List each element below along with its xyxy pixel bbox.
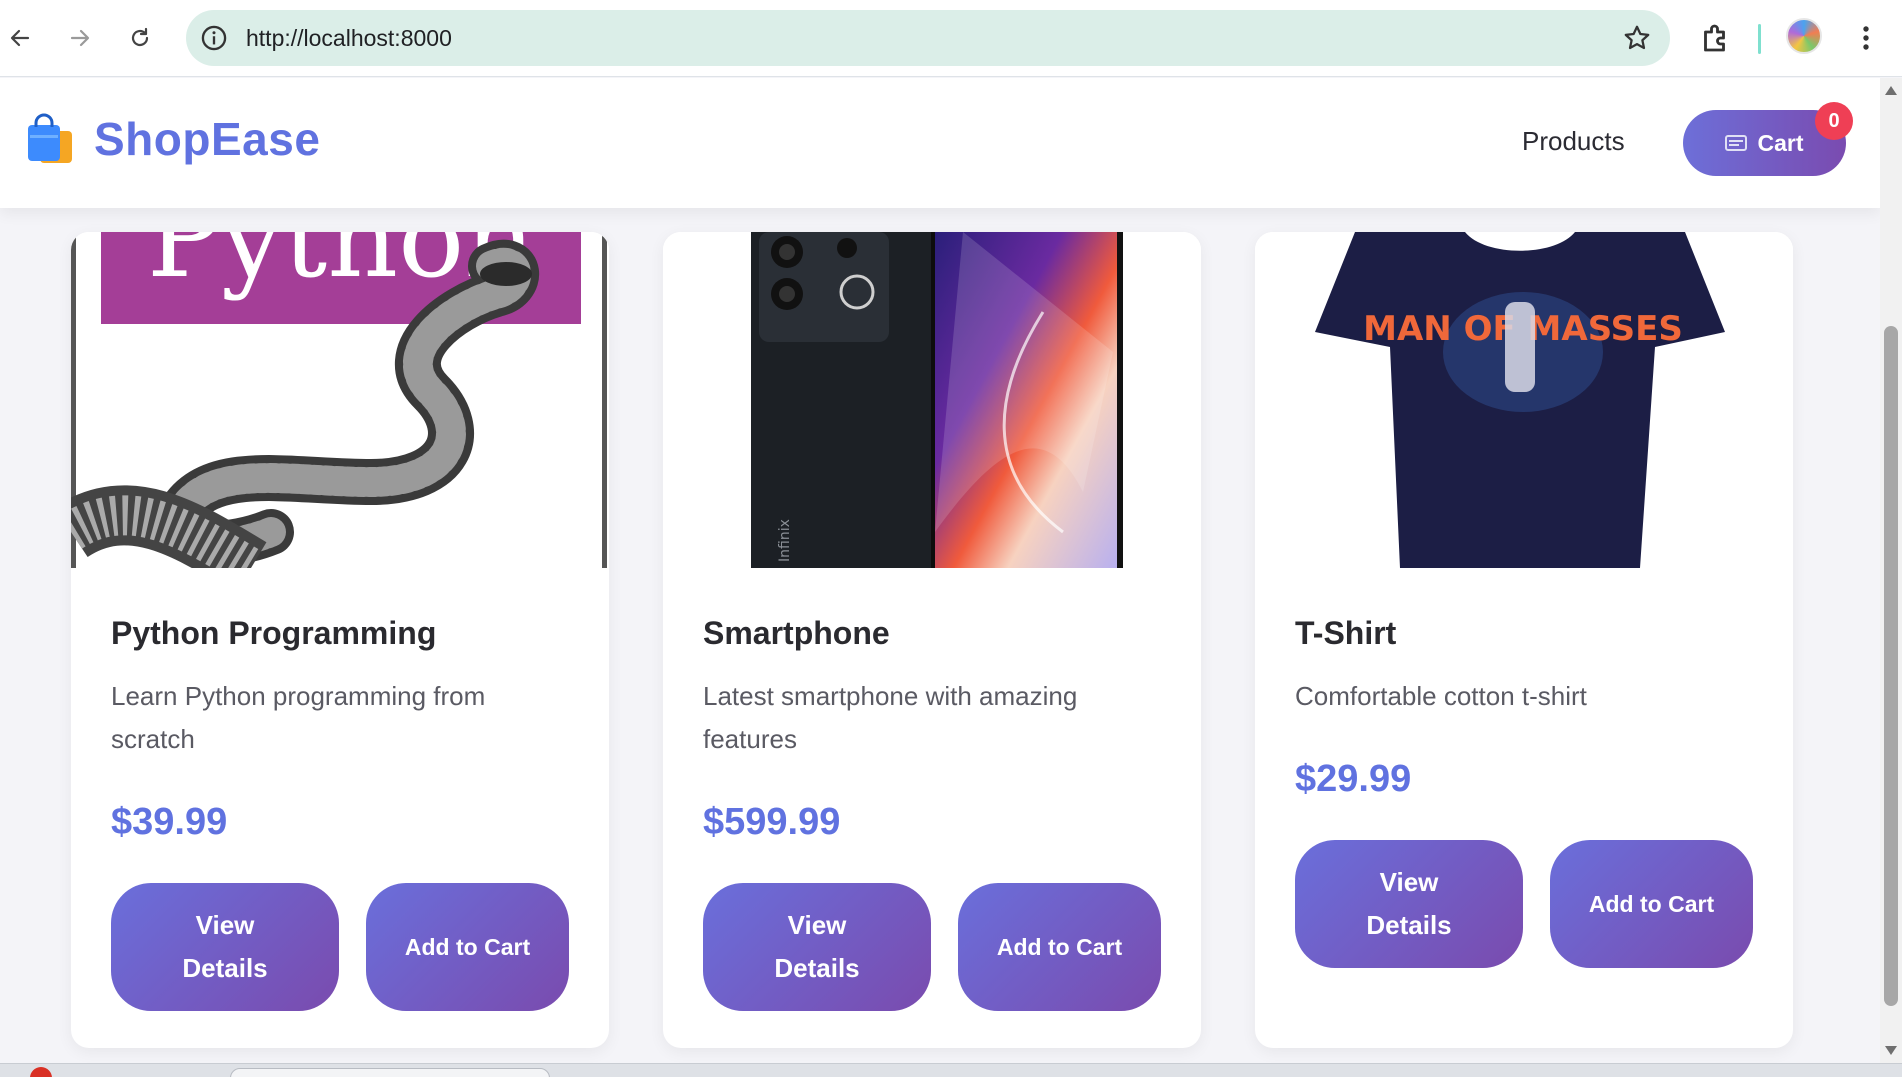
scroll-up-arrow[interactable] bbox=[1885, 86, 1897, 95]
view-details-button[interactable]: View Details bbox=[111, 883, 339, 1011]
product-description: Latest smartphone with amazing features bbox=[703, 681, 1078, 754]
cart-icon bbox=[1725, 135, 1748, 151]
view-details-button[interactable]: View Details bbox=[1295, 840, 1523, 968]
bottom-strip bbox=[0, 1063, 1902, 1077]
product-price: $39.99 bbox=[111, 801, 228, 843]
notification-icon bbox=[30, 1067, 52, 1077]
brand[interactable]: ShopEase bbox=[24, 112, 320, 166]
product-description: Learn Python programming from scratch bbox=[111, 681, 486, 754]
cart-label: Cart bbox=[1757, 129, 1804, 156]
page-viewport: ShopEase Products Cart 0 Python Python P… bbox=[0, 78, 1880, 1063]
download-tab[interactable] bbox=[230, 1068, 550, 1077]
smartphone-image: Infinix bbox=[663, 232, 1201, 568]
product-image[interactable]: Infinix bbox=[663, 232, 1201, 568]
address-bar[interactable]: http://localhost:8000 bbox=[186, 10, 1670, 66]
arrow-right-icon bbox=[70, 29, 90, 47]
add-to-cart-button[interactable]: Add to Cart bbox=[958, 883, 1161, 1011]
info-icon[interactable] bbox=[200, 24, 228, 52]
product-card: Python Python Programming Learn Python p… bbox=[71, 232, 609, 1048]
puzzle-icon[interactable] bbox=[1698, 20, 1734, 56]
product-image[interactable]: MAN OF MASSES bbox=[1255, 232, 1793, 568]
scroll-thumb[interactable] bbox=[1884, 326, 1898, 1006]
profile-avatar[interactable] bbox=[1786, 18, 1822, 54]
add-to-cart-button[interactable]: Add to Cart bbox=[1550, 840, 1753, 968]
product-image[interactable]: Python bbox=[71, 232, 609, 568]
product-name: Smartphone bbox=[703, 615, 890, 651]
nav-products-link[interactable]: Products bbox=[1522, 126, 1625, 157]
page-scrollbar[interactable] bbox=[1880, 78, 1902, 1063]
kebab-menu-icon[interactable] bbox=[1852, 20, 1880, 56]
url-text[interactable]: http://localhost:8000 bbox=[246, 25, 452, 52]
reload-icon bbox=[131, 27, 149, 47]
add-to-cart-button[interactable]: Add to Cart bbox=[366, 883, 569, 1011]
shopping-bag-icon bbox=[28, 113, 72, 163]
site-header: ShopEase Products Cart 0 bbox=[0, 78, 1880, 208]
cart-count-badge: 0 bbox=[1815, 102, 1853, 140]
python-book-cover-image: Python bbox=[71, 232, 609, 568]
product-price: $29.99 bbox=[1295, 758, 1412, 800]
view-details-button[interactable]: View Details bbox=[703, 883, 931, 1011]
browser-toolbar: http://localhost:8000 bbox=[0, 0, 1902, 77]
product-name: Python Programming bbox=[111, 615, 437, 651]
forward-button[interactable] bbox=[62, 20, 98, 56]
product-name: T-Shirt bbox=[1295, 615, 1397, 651]
product-description: Comfortable cotton t-shirt bbox=[1295, 681, 1587, 711]
arrow-left-icon bbox=[10, 29, 30, 47]
scroll-down-arrow[interactable] bbox=[1885, 1046, 1897, 1055]
reload-button[interactable] bbox=[122, 20, 158, 56]
brand-name: ShopEase bbox=[94, 113, 321, 165]
tshirt-image: MAN OF MASSES bbox=[1255, 232, 1793, 568]
toolbar-divider bbox=[1758, 24, 1761, 54]
product-card: MAN OF MASSES T-Shirt Comfortable cotton… bbox=[1255, 232, 1793, 1048]
phone-brand-text: Infinix bbox=[777, 519, 793, 562]
product-card: Infinix Smartphone Latest smartphone wit… bbox=[663, 232, 1201, 1048]
star-icon[interactable] bbox=[1622, 23, 1652, 53]
back-button[interactable] bbox=[2, 20, 38, 56]
product-price: $599.99 bbox=[703, 801, 841, 843]
